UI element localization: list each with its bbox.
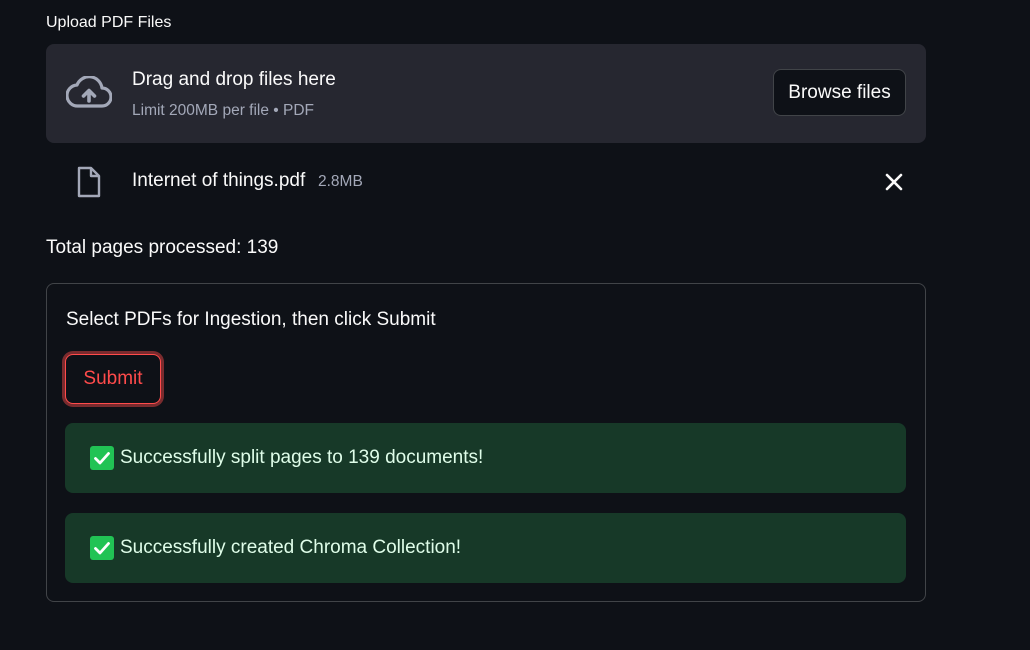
success-alert: Successfully created Chroma Collection!	[65, 513, 906, 583]
file-dropzone[interactable]: Drag and drop files here Limit 200MB per…	[46, 44, 926, 143]
file-name: Internet of things.pdf	[132, 170, 306, 191]
ingestion-form: Select PDFs for Ingestion, then click Su…	[46, 283, 926, 602]
uploader-label: Upload PDF Files	[46, 14, 172, 31]
submit-button[interactable]: Submit	[65, 354, 161, 404]
file-icon	[77, 166, 101, 198]
success-alert: Successfully split pages to 139 document…	[65, 423, 906, 493]
form-prompt: Select PDFs for Ingestion, then click Su…	[66, 309, 436, 330]
dropzone-title: Drag and drop files here	[132, 69, 336, 90]
close-icon[interactable]	[884, 172, 904, 192]
total-pages-text: Total pages processed: 139	[46, 237, 279, 258]
uploaded-file-row: Internet of things.pdf 2.8MB	[46, 160, 926, 204]
checkmark-icon	[90, 536, 114, 560]
alert-text: Successfully created Chroma Collection!	[120, 537, 462, 558]
cloud-upload-icon	[66, 76, 112, 108]
alert-text: Successfully split pages to 139 document…	[120, 447, 484, 468]
checkmark-icon	[90, 446, 114, 470]
browse-files-button[interactable]: Browse files	[773, 69, 906, 116]
file-size: 2.8MB	[318, 173, 363, 190]
dropzone-limit: Limit 200MB per file • PDF	[132, 102, 315, 119]
